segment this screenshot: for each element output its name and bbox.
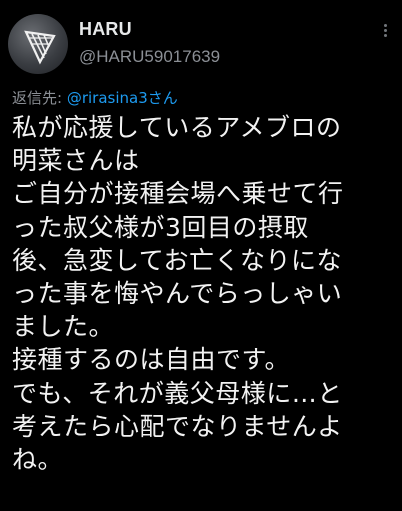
tweet-body-line: ご自分が接種会場へ乗せて行 <box>12 179 344 209</box>
reply-mention-link[interactable]: @rirasina3さん <box>67 89 178 107</box>
tweet-body-line: 接種するのは自由です。 <box>12 345 291 375</box>
tweet-body-line: ね。 <box>12 444 64 474</box>
reply-prefix: 返信先: <box>12 89 67 107</box>
tweet-body-line: 後、急変してお亡くなりにな <box>12 245 343 275</box>
more-dot <box>383 29 387 32</box>
avatar[interactable] <box>8 14 68 74</box>
tweet-body-line: 私が応援しているアメブロの <box>12 113 342 142</box>
more-options-icon[interactable] <box>382 24 388 37</box>
avatar-logo-icon <box>24 30 56 65</box>
tweet-card[interactable]: HARU @HARU59017639 返信先: @rirasina3さん 私が応… <box>0 0 402 511</box>
tweet-body: 私が応援しているアメブロの 明菜さんは ご自分が接種会場へ乗せて行 った叔父様が… <box>12 111 400 476</box>
user-handle[interactable]: @HARU59017639 <box>79 47 220 67</box>
more-dot <box>383 24 387 27</box>
tweet-body-line: った事を悔やんでらっしゃい <box>12 278 343 308</box>
tweet-body-line: でも、それが義父母様に…と <box>12 378 343 408</box>
display-name[interactable]: HARU <box>79 19 132 40</box>
tweet-body-line: ました。 <box>12 312 115 342</box>
tweet-body-line: 明菜さんは <box>12 146 140 176</box>
more-dot <box>383 34 387 37</box>
reply-context: 返信先: @rirasina3さん <box>12 87 178 108</box>
tweet-body-line: った叔父様が3回目の摂取 <box>12 212 309 242</box>
tweet-body-line: 考えたら心配でなりませんよ <box>12 411 343 441</box>
